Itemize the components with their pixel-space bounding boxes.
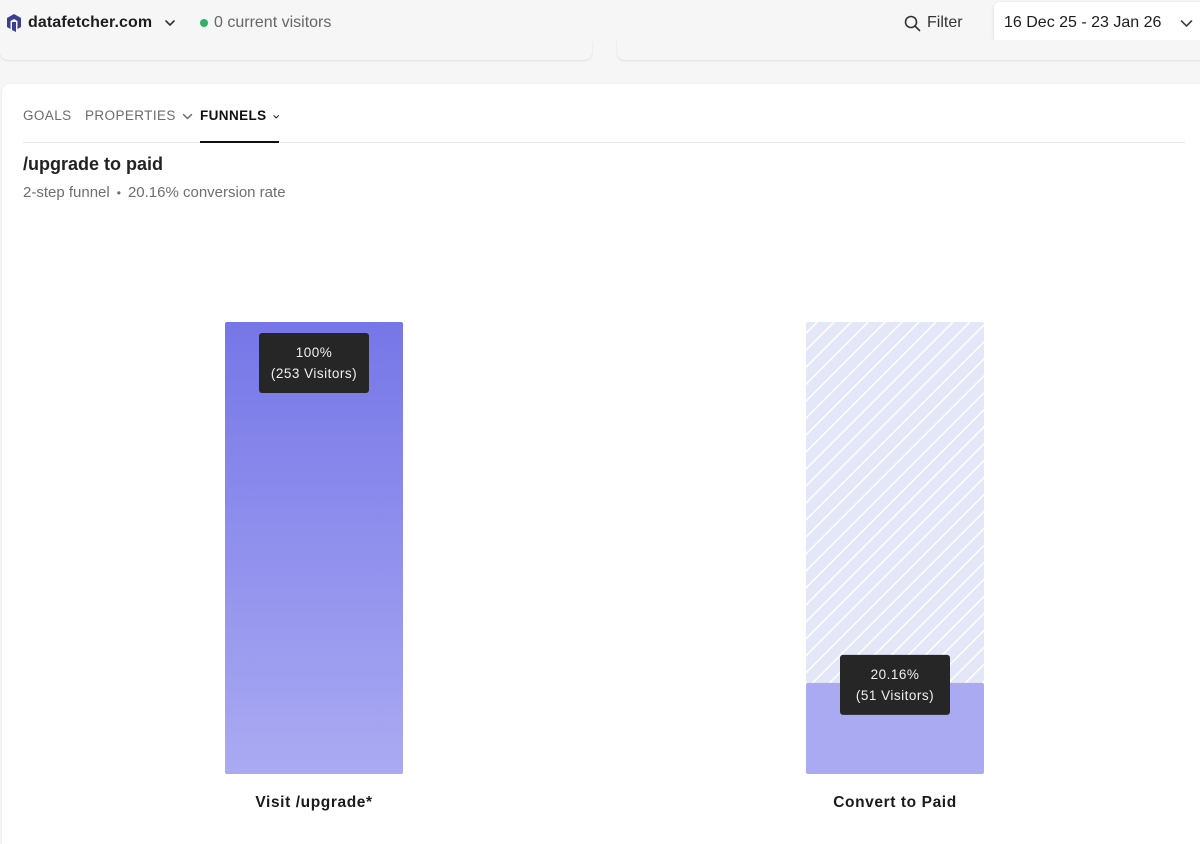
funnel-tooltip (259, 333, 369, 393)
current-visitors[interactable]: 0 current visitors (200, 13, 331, 33)
stats-card-edge (617, 40, 1200, 60)
tooltip-percent: 100% (296, 345, 333, 360)
datafetcher-logo (7, 14, 21, 32)
date-range-picker[interactable]: 16 Dec 25 - 23 Jan 26 (994, 2, 1200, 44)
site-selector[interactable]: datafetcher.com (6, 12, 176, 34)
chevron-down-icon (1180, 20, 1193, 27)
funnel-step-label: Visit /upgrade* (255, 794, 373, 811)
live-status-dot (200, 19, 208, 27)
conversions-card: GOALS PROPERTIES FUNNELS /upgrade to pai… (2, 84, 1200, 844)
funnel-dropoff-area (806, 322, 984, 683)
funnel-chart: 100% (253 Visitors) Visit /upgrade* 20.16% (… (225, 322, 984, 811)
funnel-step-label: Convert to Paid (833, 794, 957, 811)
search-icon (904, 15, 921, 31)
date-range-text: 16 Dec 25 - 23 Jan 26 (1004, 14, 1162, 31)
funnel-tooltip (840, 654, 950, 715)
current-visitors-text: 0 current visitors (214, 14, 332, 31)
chevron-down-icon (165, 20, 176, 26)
tooltip-visitors: (253 Visitors) (271, 366, 357, 381)
tooltip-visitors: (51 Visitors) (856, 688, 934, 703)
site-name: datafetcher.com (28, 14, 153, 31)
filter-label: Filter (927, 14, 963, 31)
stats-card-edge (0, 40, 592, 60)
filter-button[interactable]: Filter (904, 12, 963, 34)
tooltip-percent: 20.16% (871, 667, 920, 682)
